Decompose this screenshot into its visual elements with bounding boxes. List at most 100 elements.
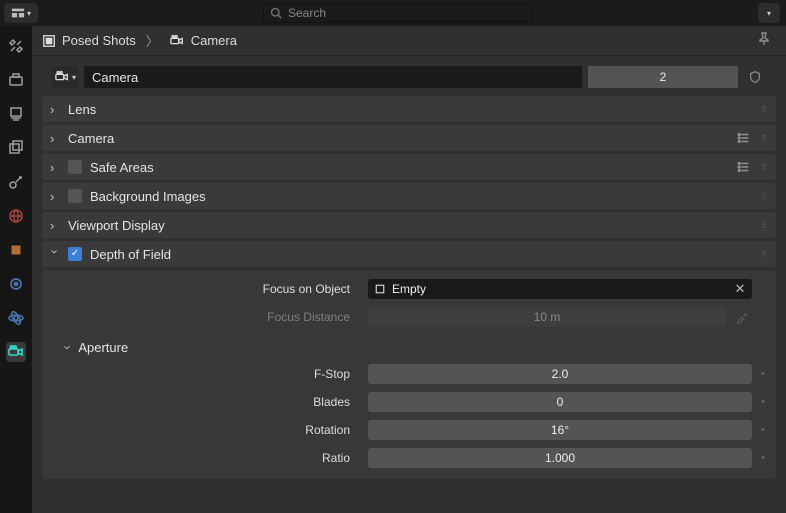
- chevron-down-icon: ›: [48, 249, 63, 259]
- datablock-row: ▾ Camera 2: [42, 64, 776, 90]
- datablock-users: 2: [660, 70, 667, 84]
- blades-field[interactable]: 0: [368, 392, 752, 412]
- dof-body: Focus on Object Empty ✕ • Focus Distance…: [42, 270, 776, 479]
- fake-user-button[interactable]: [744, 66, 766, 88]
- animate-dot[interactable]: •: [758, 424, 768, 436]
- animate-dot[interactable]: •: [758, 396, 768, 408]
- focus-object-field[interactable]: Empty ✕: [368, 279, 752, 299]
- collection-icon: [42, 34, 56, 48]
- breadcrumb-leaf-label: Camera: [191, 33, 237, 48]
- animate-dot[interactable]: •: [758, 452, 768, 464]
- eyedropper-icon: [735, 310, 749, 324]
- tab-physics[interactable]: [6, 308, 26, 328]
- grip-icon[interactable]: ⠿: [761, 221, 768, 230]
- grip-icon[interactable]: ⠿: [761, 192, 768, 201]
- datablock-name-field[interactable]: Camera: [84, 66, 582, 88]
- fstop-field[interactable]: 2.0: [368, 364, 752, 384]
- list-icon[interactable]: [737, 131, 751, 145]
- grip-icon[interactable]: ⠿: [761, 163, 768, 172]
- subpanel-title: Aperture: [78, 340, 128, 355]
- panels: › Lens ⠿ › Camera ⠿ › Safe Areas ⠿: [32, 96, 786, 513]
- focus-object-value: Empty: [392, 282, 426, 296]
- panel-viewport-display[interactable]: › Viewport Display ⠿: [42, 212, 776, 238]
- distance-picker[interactable]: [732, 307, 752, 327]
- panel-depth-of-field[interactable]: › Depth of Field ⠿: [42, 241, 776, 267]
- blades-value: 0: [557, 395, 564, 409]
- tab-constraints[interactable]: [6, 274, 26, 294]
- breadcrumb-root-label: Posed Shots: [62, 33, 136, 48]
- chevron-down-icon: ›: [61, 345, 76, 349]
- tab-world[interactable]: [6, 206, 26, 226]
- grip-icon[interactable]: ⠿: [761, 134, 768, 143]
- ratio-value: 1.000: [545, 451, 575, 465]
- tab-object[interactable]: [6, 240, 26, 260]
- label-focus-distance: Focus Distance: [42, 310, 362, 324]
- camera-icon: [169, 34, 185, 48]
- tab-output[interactable]: [6, 104, 26, 124]
- tab-viewlayer[interactable]: [6, 138, 26, 158]
- properties-main: Posed Shots 〉 Camera ▾ Camera 2: [32, 26, 786, 513]
- safe-areas-checkbox[interactable]: [68, 160, 82, 174]
- panel-lens[interactable]: › Lens ⠿: [42, 96, 776, 122]
- list-icon[interactable]: [737, 160, 751, 174]
- ratio-field[interactable]: 1.000: [368, 448, 752, 468]
- breadcrumb: Posed Shots 〉 Camera: [32, 26, 786, 56]
- tab-object-data-camera[interactable]: [6, 342, 26, 362]
- datablock-name: Camera: [92, 70, 138, 85]
- tab-render[interactable]: [6, 70, 26, 90]
- camera-icon: [54, 70, 70, 84]
- editor-type-dropdown[interactable]: ▾: [4, 3, 38, 23]
- label-focus-object: Focus on Object: [42, 282, 362, 296]
- search-icon: [270, 7, 282, 19]
- chevron-down-icon: ▾: [72, 73, 76, 82]
- options-dropdown[interactable]: ▾: [758, 3, 780, 23]
- shield-icon: [748, 70, 762, 84]
- datablock-browse[interactable]: ▾: [52, 66, 78, 88]
- chevron-right-icon: ›: [50, 218, 60, 233]
- panel-safe-areas[interactable]: › Safe Areas ⠿: [42, 154, 776, 180]
- subpanel-aperture[interactable]: › Aperture: [42, 334, 776, 357]
- grip-icon[interactable]: ⠿: [761, 105, 768, 114]
- panel-background-images[interactable]: › Background Images ⠿: [42, 183, 776, 209]
- panel-title: Background Images: [90, 189, 206, 204]
- panel-title: Lens: [68, 102, 96, 117]
- fstop-value: 2.0: [552, 367, 569, 381]
- panel-title: Depth of Field: [90, 247, 171, 262]
- label-ratio: Ratio: [42, 451, 362, 465]
- chevron-right-icon: ›: [50, 131, 60, 146]
- breadcrumb-leaf[interactable]: Camera: [169, 33, 237, 48]
- panel-title: Camera: [68, 131, 114, 146]
- focus-distance-field: 10 m: [368, 307, 726, 327]
- animate-dot[interactable]: •: [758, 368, 768, 380]
- breadcrumb-root[interactable]: Posed Shots: [42, 33, 136, 48]
- top-bar: ▾ Search ▾: [0, 0, 786, 26]
- clear-focus-object[interactable]: ✕: [732, 281, 748, 297]
- label-rotation: Rotation: [42, 423, 362, 437]
- chevron-right-icon: 〉: [146, 31, 159, 50]
- pin-icon: [756, 31, 772, 47]
- label-blades: Blades: [42, 395, 362, 409]
- chevron-right-icon: ›: [50, 189, 60, 204]
- properties-editor-icon: [11, 6, 25, 20]
- grip-icon[interactable]: ⠿: [761, 250, 768, 259]
- focus-distance-value: 10 m: [534, 310, 561, 324]
- animate-dot[interactable]: •: [758, 311, 768, 323]
- chevron-down-icon: ▾: [767, 9, 771, 18]
- datablock-users-button[interactable]: 2: [588, 66, 738, 88]
- dof-checkbox[interactable]: [68, 247, 82, 261]
- pin-button[interactable]: [756, 31, 776, 51]
- panel-title: Safe Areas: [90, 160, 154, 175]
- panel-title: Viewport Display: [68, 218, 165, 233]
- properties-tab-strip: [0, 26, 32, 513]
- tab-scene[interactable]: [6, 172, 26, 192]
- object-icon: [374, 283, 386, 295]
- tab-tool[interactable]: [6, 36, 26, 56]
- panel-camera[interactable]: › Camera ⠿: [42, 125, 776, 151]
- bg-images-checkbox[interactable]: [68, 189, 82, 203]
- rotation-value: 16°: [551, 423, 569, 437]
- rotation-field[interactable]: 16°: [368, 420, 752, 440]
- search-placeholder: Search: [288, 6, 326, 20]
- search-input[interactable]: Search: [263, 3, 533, 23]
- label-fstop: F-Stop: [42, 367, 362, 381]
- animate-dot[interactable]: •: [758, 283, 768, 295]
